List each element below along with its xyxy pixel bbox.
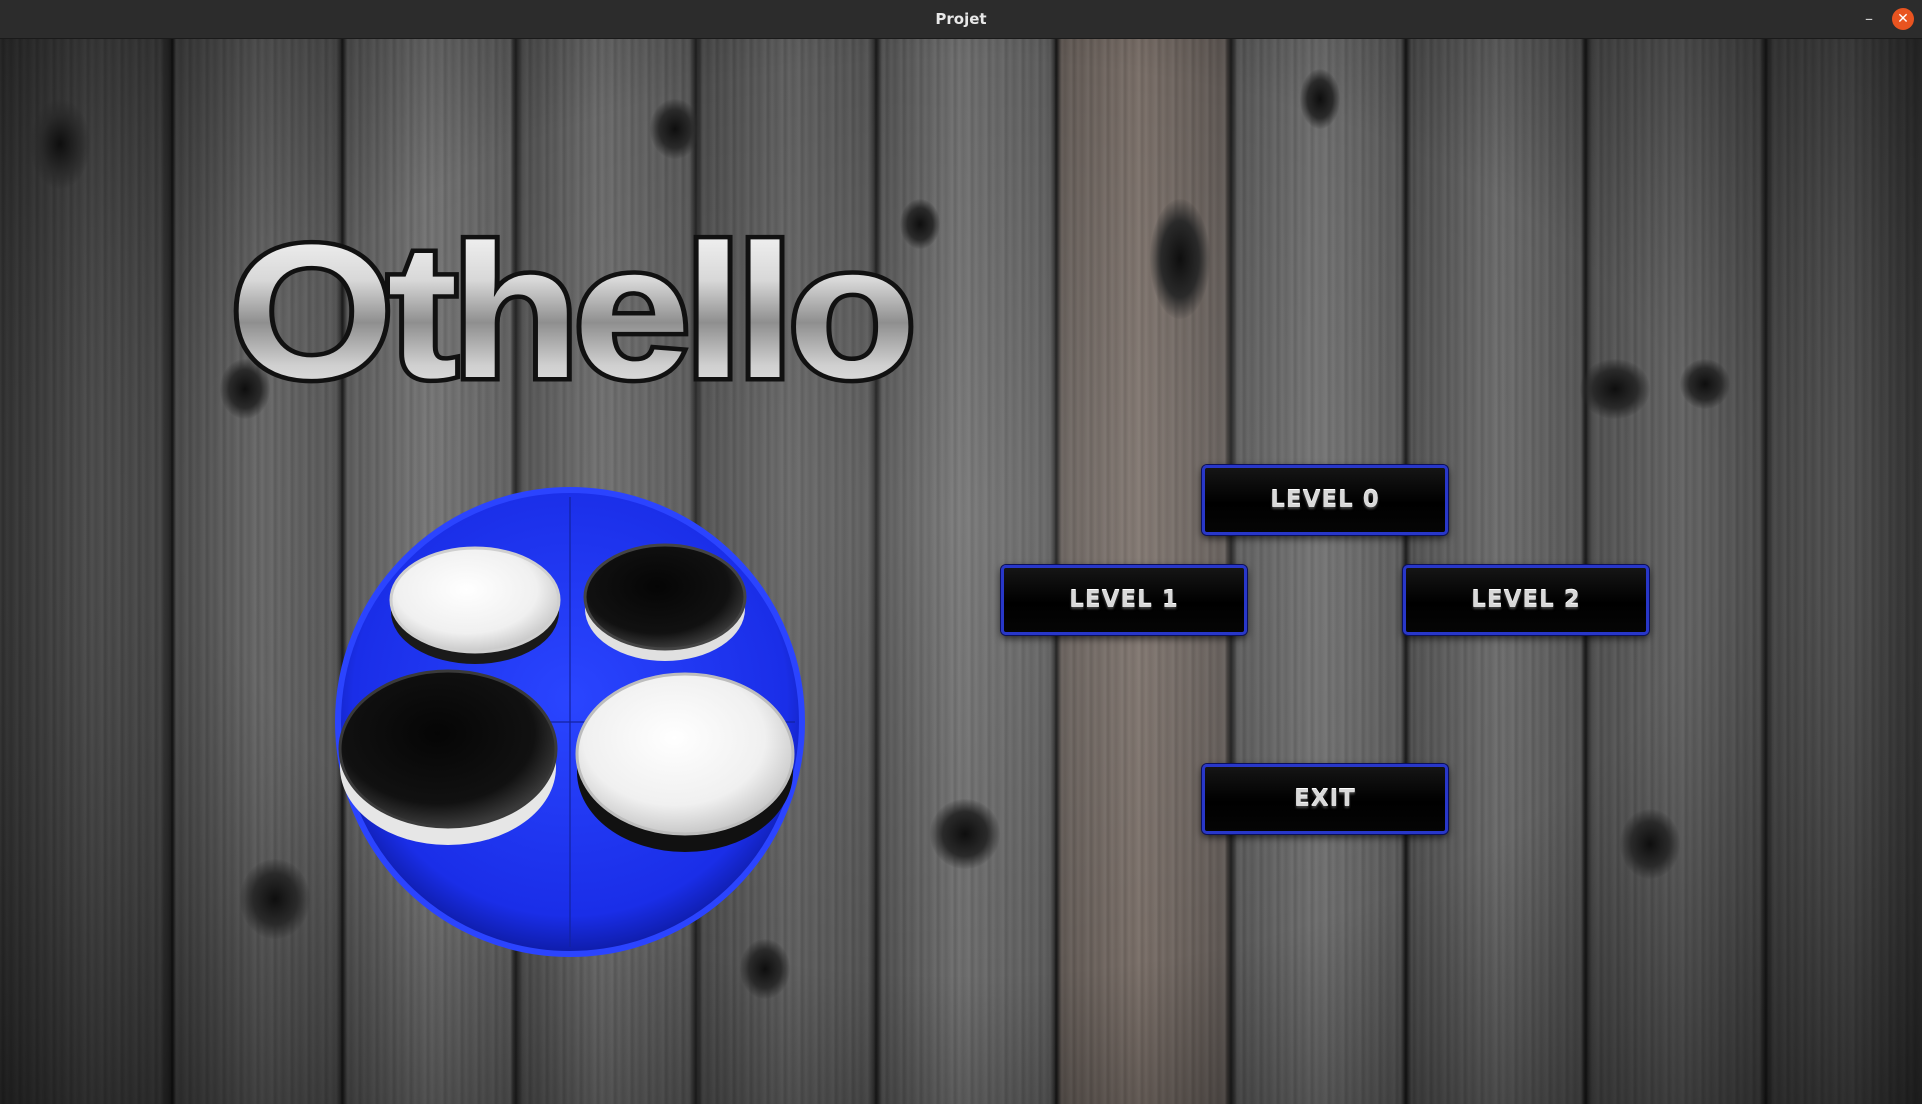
wood-knot: [650, 99, 700, 159]
level-1-label: LEVEL 1: [1069, 587, 1179, 613]
exit-label: EXIT: [1294, 786, 1356, 812]
othello-logo: Othello: [226, 202, 921, 423]
level-1-button[interactable]: LEVEL 1: [1001, 565, 1247, 635]
wood-knot: [1300, 69, 1340, 129]
logo-text: Othello: [230, 206, 910, 418]
exit-button[interactable]: EXIT: [1202, 764, 1448, 834]
wood-knot: [240, 859, 310, 939]
close-button[interactable]: ✕: [1892, 8, 1914, 30]
white-disc-bottom-right: [575, 672, 795, 852]
level-2-button[interactable]: LEVEL 2: [1403, 565, 1649, 635]
black-disc-top-right: [583, 543, 747, 661]
window-title: Projet: [935, 10, 987, 28]
wood-knot: [30, 99, 90, 189]
wood-knot: [1620, 809, 1680, 879]
minimize-button[interactable]: –: [1858, 8, 1880, 30]
wood-knot: [1680, 359, 1730, 409]
white-disc-top-left: [389, 546, 561, 664]
othello-discs-emblem: [335, 487, 805, 957]
wood-knot: [1580, 359, 1650, 419]
game-menu-screen: Othello LEVEL 0 LEVEL 1 LEVEL 2 EXIT: [0, 39, 1922, 1104]
title-bar[interactable]: Projet – ✕: [0, 0, 1922, 39]
wood-knot: [1150, 199, 1210, 319]
level-0-button[interactable]: LEVEL 0: [1202, 465, 1448, 535]
level-2-label: LEVEL 2: [1471, 587, 1581, 613]
wood-knot: [930, 799, 1000, 869]
black-disc-bottom-left: [338, 669, 558, 845]
level-0-label: LEVEL 0: [1270, 487, 1380, 513]
app-window: Projet – ✕ Othello LEVEL 0 LEVEL 1 LEVEL…: [0, 0, 1922, 1104]
